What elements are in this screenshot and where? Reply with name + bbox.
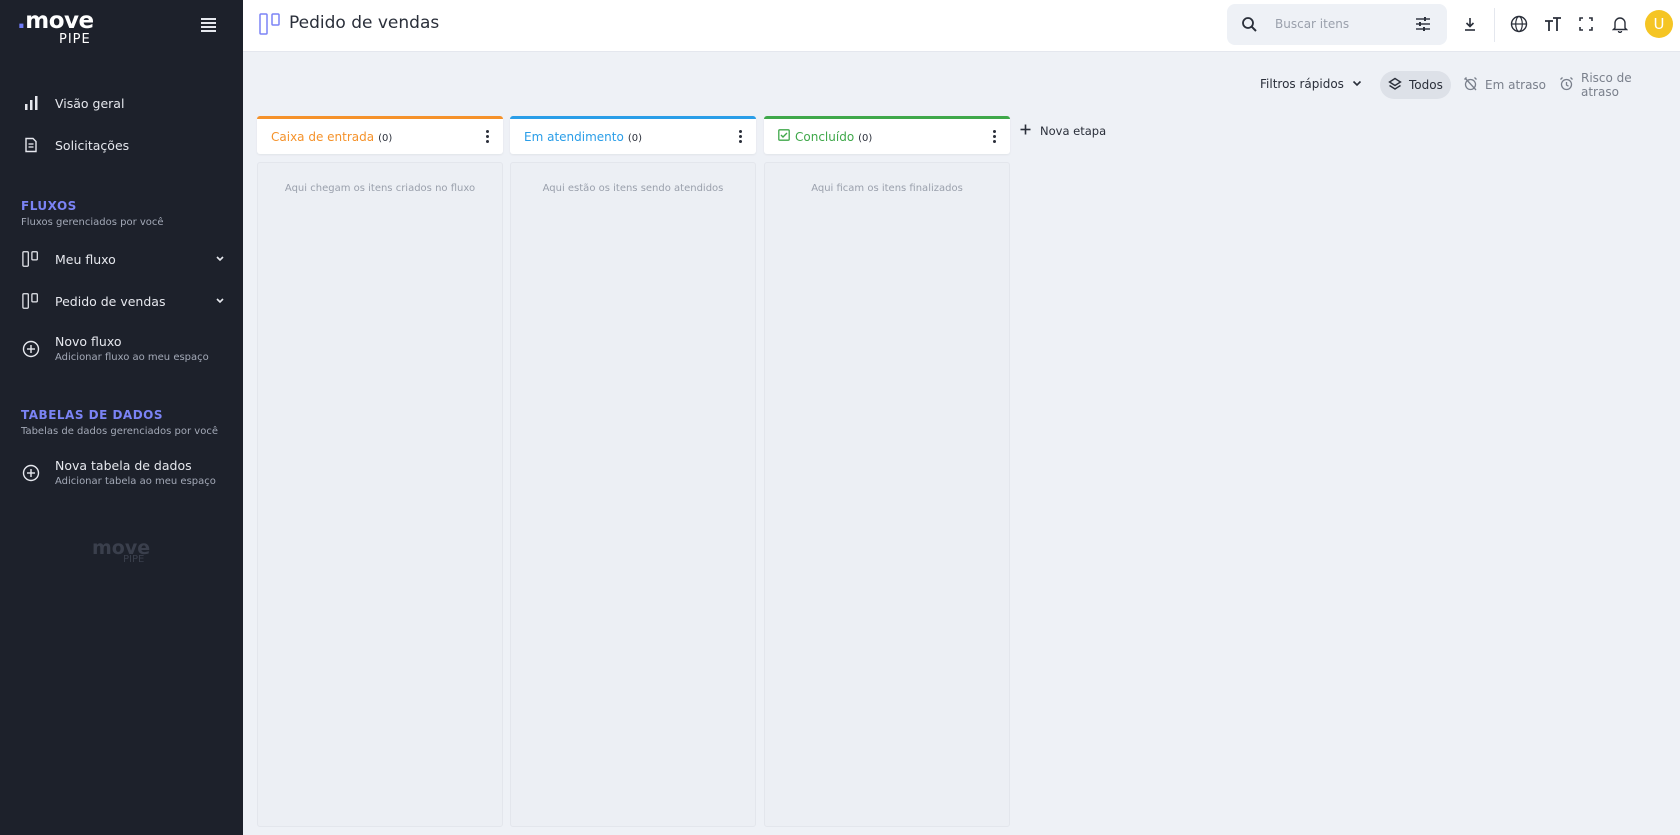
flow-item-label: Meu fluxo [55, 251, 116, 267]
more-options-icon[interactable] [481, 128, 493, 144]
quick-filters-label: Filtros rápidos [1260, 77, 1344, 91]
nav-item-requests[interactable]: Solicitações [0, 128, 243, 162]
search-icon [1241, 16, 1258, 37]
filter-chip-label: Risco de atraso [1581, 71, 1632, 99]
page-title: Pedido de vendas [289, 13, 440, 33]
column-count: (0) [858, 132, 873, 144]
alarm-off-icon [1463, 76, 1478, 94]
sidebar: .move PIPE Visão geral Solicitações FLUX… [0, 0, 243, 835]
alarm-clock-icon [1559, 76, 1574, 94]
column-title: Concluído [795, 129, 855, 144]
user-avatar[interactable]: U [1645, 10, 1673, 38]
chevron-down-icon[interactable] [215, 295, 225, 308]
tables-section-title: TABELAS DE DADOS [21, 408, 164, 422]
flows-section-subtitle: Fluxos gerenciados por você [21, 217, 164, 228]
new-stage-button[interactable]: Nova etapa [1020, 124, 1106, 138]
search-input[interactable] [1275, 14, 1405, 34]
filter-chip-all[interactable]: Todos [1380, 71, 1451, 99]
quick-filters-dropdown[interactable]: Filtros rápidos [1260, 77, 1362, 91]
nav-item-overview[interactable]: Visão geral [0, 86, 243, 120]
logo-pipe-text: PIPE [59, 32, 91, 47]
plus-icon [1020, 124, 1031, 138]
column-body: Aqui estão os itens sendo atendidos [510, 162, 756, 827]
nav-item-label: Visão geral [55, 95, 125, 111]
search-box [1227, 4, 1447, 45]
menu-toggle-icon[interactable] [199, 18, 219, 36]
new-stage-label: Nova etapa [1040, 124, 1107, 138]
column-header[interactable]: Concluído (0) [764, 116, 1010, 154]
flow-item-pedido-de-vendas[interactable]: Pedido de vendas [0, 284, 243, 318]
column-count: (0) [378, 132, 393, 144]
flow-item-meu-fluxo[interactable]: Meu fluxo [0, 242, 243, 276]
filter-chip-label: Todos [1409, 78, 1443, 92]
column-empty-text: Aqui chegam os itens criados no fluxo [284, 183, 476, 194]
flows-section-title: FLUXOS [21, 199, 77, 213]
top-header: Pedido de vendas U [243, 0, 1680, 52]
add-circle-icon [22, 340, 40, 358]
new-flow-sub: Adicionar fluxo ao meu espaço [55, 352, 209, 363]
filter-chip-overdue[interactable]: Em atraso [1455, 71, 1554, 99]
logo[interactable]: .move PIPE [17, 8, 97, 48]
column-body: Aqui chegam os itens criados no fluxo [257, 162, 503, 827]
watermark-pipe: PIPE [123, 554, 145, 565]
more-options-icon[interactable] [734, 128, 746, 144]
board-column-inbox: Caixa de entrada (0) Aqui chegam os itens… [257, 116, 503, 827]
new-table-label: Nova tabela de dados [55, 458, 192, 473]
column-empty-text: Aqui estão os itens sendo atendidos [542, 183, 724, 194]
text-size-icon[interactable] [1542, 13, 1564, 35]
new-flow-button[interactable]: Novo fluxo Adicionar fluxo ao meu espaço [0, 331, 243, 367]
kanban-icon [259, 13, 281, 35]
column-empty-text: Aqui ficam os itens finalizados [811, 183, 963, 194]
filter-settings-icon[interactable] [1415, 16, 1431, 36]
layers-icon [1388, 77, 1402, 94]
new-flow-label: Novo fluxo [55, 334, 122, 349]
kanban-icon [22, 292, 40, 310]
column-title: Em atendimento [524, 129, 624, 144]
column-header[interactable]: Caixa de entrada (0) [257, 116, 503, 154]
chevron-down-icon[interactable] [215, 253, 225, 266]
column-header[interactable]: Em atendimento (0) [510, 116, 756, 154]
check-box-icon [778, 129, 790, 144]
chevron-down-icon [1352, 77, 1362, 91]
kanban-icon [22, 250, 40, 268]
globe-icon[interactable] [1508, 13, 1530, 35]
watermark-logo: move PIPE [92, 537, 150, 565]
column-body: Aqui ficam os itens finalizados [764, 162, 1010, 827]
flow-item-label: Pedido de vendas [55, 293, 166, 309]
more-options-icon[interactable] [988, 128, 1000, 144]
header-divider [1494, 8, 1495, 42]
column-count: (0) [627, 132, 642, 144]
download-icon[interactable] [1459, 13, 1481, 35]
new-table-sub: Adicionar tabela ao meu espaço [55, 476, 216, 487]
logo-move-text: move [25, 8, 94, 34]
notification-bell-icon[interactable] [1609, 13, 1631, 35]
tables-section-subtitle: Tabelas de dados gerenciados por você [21, 426, 218, 437]
bar-chart-icon [22, 94, 40, 112]
fullscreen-icon[interactable] [1575, 13, 1597, 35]
new-table-button[interactable]: Nova tabela de dados Adicionar tabela ao… [0, 455, 243, 491]
filter-chip-label: Em atraso [1485, 78, 1547, 92]
add-circle-icon [22, 464, 40, 482]
document-icon [22, 136, 40, 154]
board-column-done: Concluído (0) Aqui ficam os itens finaliz… [764, 116, 1010, 827]
filter-chip-risk[interactable]: Risco de atraso [1551, 71, 1680, 99]
column-title: Caixa de entrada [271, 129, 375, 144]
board-column-in-progress: Em atendimento (0) Aqui estão os itens se… [510, 116, 756, 827]
nav-item-label: Solicitações [55, 137, 130, 153]
